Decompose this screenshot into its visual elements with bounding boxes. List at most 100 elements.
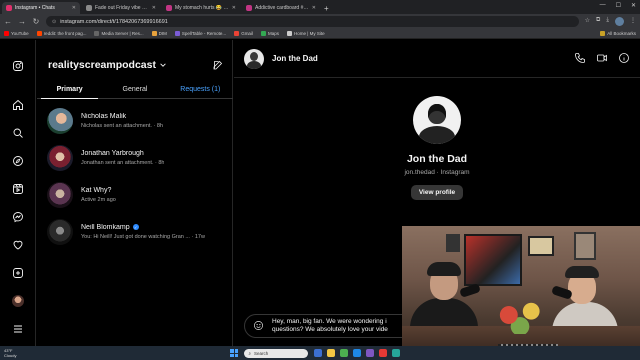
phone-call-icon[interactable] bbox=[574, 52, 586, 66]
messenger-icon[interactable] bbox=[11, 210, 25, 224]
downloads-icon[interactable]: ⤓ bbox=[606, 17, 609, 26]
instagram-logo-icon[interactable] bbox=[11, 59, 25, 73]
inbox-tabs: Primary General Requests (1) bbox=[37, 84, 233, 99]
menu-kebab-icon[interactable]: ⋮ bbox=[630, 17, 636, 26]
taskbar-search-label: Search bbox=[253, 350, 269, 356]
forward-arrow-icon[interactable]: → bbox=[18, 17, 26, 26]
create-plus-icon[interactable] bbox=[11, 266, 25, 280]
profile-name: Jon the Dad bbox=[406, 153, 468, 165]
profile-handle: jon.thedad · Instagram bbox=[404, 169, 470, 176]
close-tab-icon[interactable]: ✕ bbox=[232, 5, 236, 11]
instagram-favicon-icon bbox=[246, 5, 252, 11]
chevron-down-icon[interactable] bbox=[160, 62, 166, 68]
conversation-item[interactable]: Nicholas Malik Nicholas sent an attachme… bbox=[37, 102, 233, 139]
address-bar[interactable]: ⊙ instagram.com/direct/t/178420673699166… bbox=[46, 16, 579, 27]
thread-actions bbox=[574, 52, 640, 66]
home-icon[interactable] bbox=[11, 98, 25, 112]
bookmark-gmail[interactable]: Gmail bbox=[234, 31, 253, 36]
bookmark-media-server[interactable]: Media Server | Res... bbox=[94, 31, 144, 36]
avatar[interactable] bbox=[244, 48, 264, 69]
bookmark-label: Media Server | Res... bbox=[101, 31, 144, 36]
chrome-icon[interactable] bbox=[340, 349, 349, 357]
new-message-compose-icon[interactable] bbox=[212, 59, 224, 71]
browser-tab-title: Instagram • Chats bbox=[15, 5, 55, 11]
discord-icon[interactable] bbox=[366, 349, 375, 357]
conversation-item[interactable]: Kat Why? Active 2m ago bbox=[37, 176, 233, 213]
search-icon[interactable] bbox=[11, 126, 25, 140]
back-arrow-icon[interactable]: ← bbox=[4, 17, 12, 26]
edge-icon[interactable] bbox=[353, 349, 362, 357]
obs-icon[interactable] bbox=[379, 349, 388, 357]
close-tab-icon[interactable]: ✕ bbox=[72, 5, 76, 11]
tab-general[interactable]: General bbox=[102, 84, 167, 98]
bookmark-dim[interactable]: DIM bbox=[151, 31, 167, 36]
bookmark-label: reddit: the front pag... bbox=[43, 31, 87, 36]
thread-contact-name[interactable]: Jon the Dad bbox=[272, 54, 318, 63]
reload-icon[interactable]: ↻ bbox=[32, 17, 40, 26]
bookmark-label: Home | My Site bbox=[293, 31, 325, 36]
conversation-info-icon[interactable] bbox=[618, 52, 630, 66]
close-tab-icon[interactable]: ✕ bbox=[312, 5, 316, 11]
more-menu-icon[interactable] bbox=[11, 322, 25, 336]
conversation-item[interactable]: Jonathan Yarbrough Jonathan sent an atta… bbox=[37, 139, 233, 176]
account-switcher[interactable]: realityscreampodcast bbox=[48, 59, 156, 71]
profile-avatar[interactable] bbox=[11, 294, 25, 308]
avatar bbox=[47, 181, 73, 208]
close-tab-icon[interactable]: ✕ bbox=[152, 5, 156, 11]
wall-poster bbox=[574, 232, 596, 260]
file-explorer-icon[interactable] bbox=[327, 349, 336, 357]
bookmark-youtube[interactable]: YouTube bbox=[4, 31, 29, 36]
site-icon bbox=[286, 31, 292, 36]
message-input[interactable]: Hey, man, big fan. We were wondering i q… bbox=[272, 318, 388, 334]
all-bookmarks-folder[interactable]: All Bookmarks bbox=[600, 31, 636, 36]
reels-icon[interactable] bbox=[11, 182, 25, 196]
minimize-icon[interactable]: — bbox=[600, 2, 606, 9]
browser-tab-fade-out-friday[interactable]: Fade out Friday vibe 🍻🍺 #fri ✕ bbox=[82, 2, 160, 14]
extensions-icon[interactable]: ⧉ bbox=[596, 17, 600, 26]
bookmark-home-my-site[interactable]: Home | My Site bbox=[286, 31, 325, 36]
conversation-preview: Nicholas sent an attachment. · 8h bbox=[81, 122, 163, 129]
taskbar-search[interactable]: ⌕ Search bbox=[244, 348, 309, 358]
conversation-item[interactable]: Neill Blomkamp ✓ You: Hi Neill! Just got… bbox=[37, 213, 233, 250]
new-tab-button[interactable]: + bbox=[324, 4, 329, 13]
profile-card: Jon the Dad jon.thedad · Instagram View … bbox=[234, 96, 640, 200]
browser-tab-instagram-chats[interactable]: Instagram • Chats ✕ bbox=[2, 2, 80, 14]
address-bar-url[interactable]: instagram.com/direct/t/17842067369916691 bbox=[60, 19, 168, 25]
app-icon[interactable] bbox=[392, 349, 401, 357]
inbox-header: realityscreampodcast bbox=[48, 59, 224, 71]
explore-compass-icon[interactable] bbox=[11, 154, 25, 168]
browser-tab-addictive-cardboard[interactable]: Addictive cardboard #pokemo ✕ bbox=[242, 2, 320, 14]
conversation-preview: Active 2m ago bbox=[81, 196, 116, 203]
taskbar-apps bbox=[314, 349, 401, 357]
view-profile-button[interactable]: View profile bbox=[410, 185, 464, 200]
maximize-icon[interactable]: ☐ bbox=[616, 2, 621, 9]
site-info-icon[interactable]: ⊙ bbox=[52, 19, 56, 25]
weather-widget[interactable]: 43°F Cloudy bbox=[4, 348, 16, 358]
windows-taskbar: 43°F Cloudy ⌕ Search bbox=[0, 346, 640, 360]
weather-condition: Cloudy bbox=[4, 353, 17, 358]
notifications-heart-icon[interactable] bbox=[11, 238, 25, 252]
conversation-name: Kat Why? bbox=[81, 186, 112, 194]
bookmark-maps[interactable]: Maps bbox=[260, 31, 279, 36]
spelltable-icon bbox=[174, 31, 180, 36]
bookmark-label: SpellTable - Remote... bbox=[181, 31, 227, 36]
desk-figurines bbox=[492, 296, 548, 334]
task-view-icon[interactable] bbox=[314, 349, 323, 357]
profile-avatar-icon[interactable] bbox=[615, 17, 624, 26]
browser-tab-title: Fade out Friday vibe 🍻🍺 #fri bbox=[95, 5, 149, 11]
star-bookmark-icon[interactable]: ☆ bbox=[585, 17, 590, 26]
avatar bbox=[47, 144, 73, 171]
bookmark-label: Maps bbox=[267, 31, 279, 36]
close-window-icon[interactable]: ✕ bbox=[631, 2, 636, 9]
emoji-icon[interactable] bbox=[253, 320, 264, 333]
windows-start-icon[interactable] bbox=[230, 349, 239, 357]
video-call-icon[interactable] bbox=[596, 52, 608, 66]
profile-avatar-icon bbox=[12, 295, 24, 307]
conversation-list: Nicholas Malik Nicholas sent an attachme… bbox=[37, 102, 233, 250]
bookmark-reddit[interactable]: reddit: the front pag... bbox=[36, 31, 87, 36]
tab-primary[interactable]: Primary bbox=[37, 84, 102, 99]
bookmark-spelltable[interactable]: SpellTable - Remote... bbox=[174, 31, 227, 36]
browser-tab-stomach-hurts[interactable]: My stomach hurts 😂 | Instag ✕ bbox=[162, 2, 240, 14]
conversation-preview: Jonathan sent an attachment. · 8h bbox=[81, 159, 165, 166]
tab-requests[interactable]: Requests (1) bbox=[168, 84, 233, 98]
